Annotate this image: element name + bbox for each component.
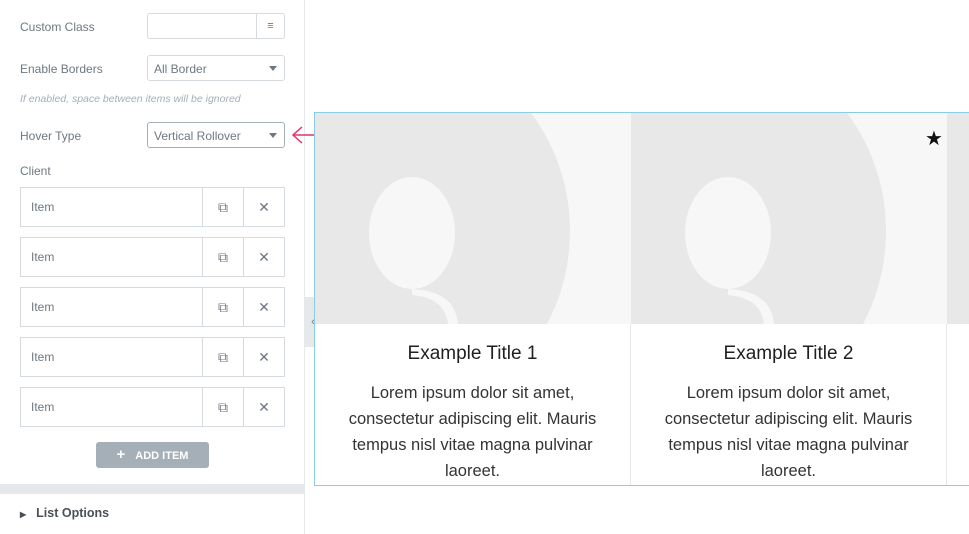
repeater-item-label: Item (31, 250, 55, 264)
custom-class-label: Custom Class (20, 20, 95, 34)
carousel-widget: Example Title 1 Lorem ipsum dolor sit ame… (314, 112, 969, 486)
duplicate-icon[interactable]: ⧉ (202, 338, 243, 376)
repeater-item[interactable]: Item ⧉ ✕ (20, 387, 285, 427)
repeater-item-label: Item (31, 400, 55, 414)
caret-right-icon: ▶ (20, 510, 27, 519)
chevron-down-icon (269, 66, 277, 71)
repeater-item[interactable]: Item ⧉ ✕ (20, 237, 285, 277)
close-icon[interactable]: ✕ (243, 338, 284, 376)
custom-class-input[interactable]: ≡ (147, 13, 285, 39)
hover-type-select[interactable]: Vertical Rollover (147, 122, 285, 148)
database-icon[interactable]: ≡ (256, 14, 284, 38)
close-icon[interactable]: ✕ (243, 238, 284, 276)
list-options-label: List Options (36, 506, 110, 520)
enable-borders-select[interactable]: All Border (147, 55, 285, 81)
enable-borders-value: All Border (154, 62, 207, 76)
repeater-item-label: Item (31, 350, 55, 364)
close-icon[interactable]: ✕ (243, 388, 284, 426)
carousel-card: Example Title 2 Lorem ipsum dolor sit ame… (631, 113, 947, 485)
carousel-card (947, 113, 969, 485)
repeater-item-label: Item (31, 300, 55, 314)
borders-hint: If enabled, space between items will be … (20, 93, 241, 105)
card-text: Lorem ipsum dolor sit amet, consectetur … (664, 384, 913, 480)
chevron-down-icon (269, 133, 277, 138)
duplicate-icon[interactable]: ⧉ (202, 188, 243, 226)
add-item-label: ADD ITEM (135, 450, 189, 462)
add-item-button[interactable]: + ADD ITEM (96, 442, 209, 468)
hover-type-label: Hover Type (20, 129, 82, 143)
placeholder-image (315, 113, 631, 324)
card-title: Example Title 1 (407, 343, 538, 364)
enable-borders-label: Enable Borders (20, 62, 103, 76)
hover-type-value: Vertical Rollover (154, 129, 241, 143)
section-divider (0, 484, 305, 494)
close-icon[interactable]: ✕ (243, 188, 284, 226)
carousel-card: Example Title 1 Lorem ipsum dolor sit ame… (315, 113, 631, 485)
repeater-item[interactable]: Item ⧉ ✕ (20, 287, 285, 327)
placeholder-image (631, 113, 947, 324)
client-label: Client (20, 164, 51, 178)
repeater-item-label: Item (31, 200, 55, 214)
card-text: Lorem ipsum dolor sit amet, consectetur … (348, 384, 597, 480)
list-options-section[interactable]: ▶ List Options (20, 506, 109, 520)
close-icon[interactable]: ✕ (243, 288, 284, 326)
duplicate-icon[interactable]: ⧉ (202, 388, 243, 426)
plus-icon: + (116, 446, 126, 463)
star-icon: ★ (925, 128, 943, 150)
repeater-item[interactable]: Item ⧉ ✕ (20, 187, 285, 227)
settings-panel: Custom Class ≡ Enable Borders All Border… (0, 0, 305, 534)
duplicate-icon[interactable]: ⧉ (202, 238, 243, 276)
placeholder-image (947, 113, 969, 324)
duplicate-icon[interactable]: ⧉ (202, 288, 243, 326)
repeater-item[interactable]: Item ⧉ ✕ (20, 337, 285, 377)
card-title: Example Title 2 (723, 343, 854, 364)
